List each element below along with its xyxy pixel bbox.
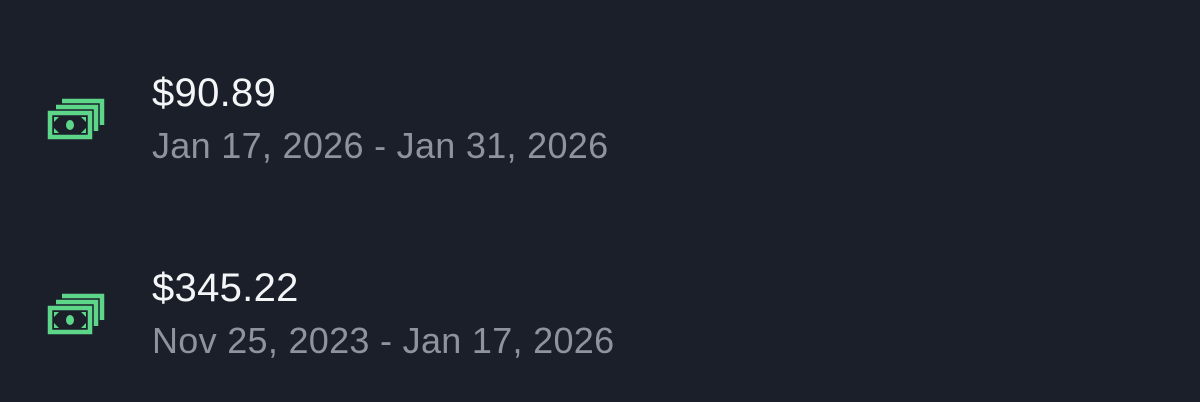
money-bills-icon [46, 290, 106, 336]
payout-row[interactable]: $345.22 Nov 25, 2023 - Jan 17, 2026 [0, 240, 1200, 390]
payout-row[interactable]: $90.89 Jan 17, 2026 - Jan 31, 2026 [0, 45, 1200, 195]
payout-amount: $90.89 [152, 71, 277, 115]
payout-date-range: Jan 17, 2026 - Jan 31, 2026 [152, 125, 609, 166]
money-bills-icon [46, 95, 106, 141]
payout-date-range: Nov 25, 2023 - Jan 17, 2026 [152, 320, 615, 361]
payout-amount: $345.22 [152, 266, 299, 310]
payout-list: $90.89 Jan 17, 2026 - Jan 31, 2026 $345.… [0, 0, 1200, 402]
